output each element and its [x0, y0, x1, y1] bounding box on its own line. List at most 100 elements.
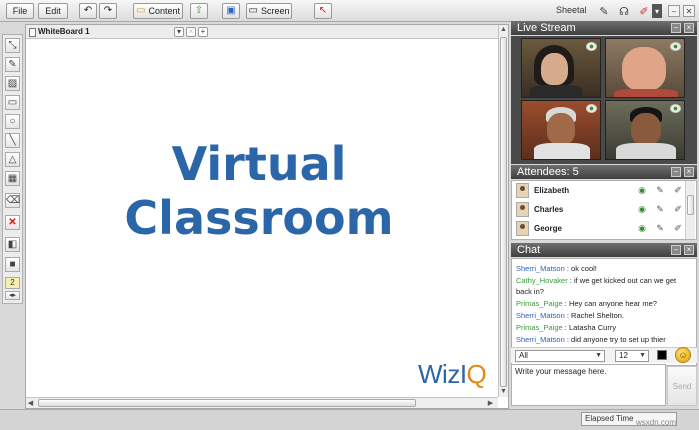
live-close-icon[interactable]: ×: [684, 23, 694, 33]
video-feed-2[interactable]: [605, 38, 685, 98]
file-menu-button[interactable]: File: [6, 3, 34, 19]
video-face-2: [622, 47, 666, 91]
upload-button[interactable]: ⇧: [190, 3, 208, 19]
file-menu-label: File: [12, 6, 28, 16]
select-tool-icon[interactable]: ⤡: [5, 38, 20, 53]
attendees-close-icon[interactable]: ×: [684, 167, 694, 177]
minimize-icon[interactable]: –: [668, 5, 680, 17]
add-tab-icon[interactable]: +: [198, 27, 208, 37]
avatar: [516, 183, 529, 198]
send-button[interactable]: Send: [667, 366, 697, 406]
avatar: [516, 202, 529, 217]
pencil-tool-icon[interactable]: ✎: [5, 57, 20, 72]
video-body-2: [614, 89, 678, 97]
font-size-select[interactable]: 12 ▼: [615, 350, 649, 362]
chat-text: ok cool!: [571, 264, 597, 273]
page-nav-arrows-icon[interactable]: ◂▸: [5, 291, 20, 300]
scroll-down-icon[interactable]: ▼: [499, 387, 508, 396]
document-icon: [29, 28, 36, 37]
mic-icon[interactable]: ✎: [654, 184, 666, 196]
user-menu-dropdown[interactable]: ▾: [652, 4, 662, 18]
mic-icon[interactable]: ✎: [654, 222, 666, 234]
chat-options-bar: All ▼ 12 ▼: [511, 347, 697, 363]
attendee-row[interactable]: Charles ◉ ✎ ✐: [512, 200, 688, 220]
scroll-right-icon[interactable]: ▶: [486, 399, 495, 408]
close-icon[interactable]: ✕: [683, 5, 695, 17]
scroll-up-icon[interactable]: ▲: [499, 25, 508, 34]
table-tool-icon[interactable]: ▦: [5, 171, 20, 186]
pointer-button[interactable]: ↖: [314, 3, 332, 19]
logo-q: Q: [466, 359, 487, 389]
edit-menu-button[interactable]: Edit: [38, 3, 68, 19]
horizontal-scroll-thumb[interactable]: [38, 399, 416, 407]
emoticon-icon[interactable]: ☺: [675, 347, 691, 363]
camera-on-icon: [586, 104, 597, 113]
line-tool-icon[interactable]: ╲: [5, 133, 20, 148]
fill-color-icon[interactable]: ◧: [5, 237, 20, 252]
highlighter-tool-icon[interactable]: ▨: [5, 76, 20, 91]
mic-icon[interactable]: ✐: [636, 3, 652, 19]
pen-icon[interactable]: ✐: [672, 184, 684, 196]
webcam-icon[interactable]: ◉: [636, 222, 648, 234]
chat-text: Rachel Shelton.: [571, 311, 624, 320]
attendee-row[interactable]: George ◉ ✎ ✐: [512, 219, 688, 239]
rectangle-tool-icon[interactable]: ▭: [5, 95, 20, 110]
attendee-row[interactable]: Elizabeth ◉ ✎ ✐: [512, 181, 688, 201]
chat-sender: Primas_Paige: [516, 323, 563, 332]
undo-button[interactable]: ↶: [79, 3, 97, 19]
camera-on-icon: [670, 104, 681, 113]
whiteboard-horizontal-scrollbar[interactable]: ◀ ▶: [26, 397, 498, 408]
scroll-left-icon[interactable]: ◀: [26, 399, 35, 408]
chat-message: Cathy_Hovaker : if we get kicked out can…: [516, 276, 677, 296]
monitor-icon: ▭: [248, 5, 258, 16]
screen-share-button[interactable]: ▭ Screen: [246, 3, 292, 19]
logo-text: WizI: [418, 359, 467, 389]
tab-menu-icon[interactable]: ▾: [174, 27, 184, 37]
attendees-scrollbar[interactable]: [685, 181, 695, 239]
mic-icon[interactable]: ✎: [654, 203, 666, 215]
circle-tool-icon[interactable]: ○: [5, 114, 20, 129]
chat-message: Sherri_Matson : did anyone try to set up…: [516, 335, 666, 344]
webcam-icon[interactable]: ◉: [636, 184, 648, 196]
watermark: wsxdn.com: [636, 418, 677, 427]
pencil-icon[interactable]: ✎: [596, 3, 612, 19]
screen-label: Screen: [260, 6, 290, 16]
whiteboard-add-button[interactable]: ▣: [222, 3, 240, 19]
chat-text: did anyone try to set up thier: [571, 335, 666, 344]
delete-tool-icon[interactable]: ✕: [5, 215, 20, 230]
attendees-list: Elizabeth ◉ ✎ ✐ Charles ◉ ✎ ✐ George ◉ ✎…: [511, 180, 697, 240]
recipient-select[interactable]: All ▼: [515, 350, 605, 362]
chat-message: Primas_Paige : Latasha Curry: [516, 323, 617, 332]
triangle-tool-icon[interactable]: △: [5, 152, 20, 167]
chat-minimize-icon[interactable]: –: [671, 245, 681, 255]
stroke-color-icon[interactable]: ■: [5, 257, 20, 272]
webcam-icon[interactable]: ◉: [636, 203, 648, 215]
text-color-picker[interactable]: [657, 350, 667, 360]
pen-icon[interactable]: ✐: [672, 203, 684, 215]
edit-menu-label: Edit: [45, 6, 61, 16]
video-body-1: [530, 85, 582, 97]
vertical-scroll-thumb[interactable]: [500, 37, 507, 387]
eraser-tool-icon[interactable]: ⌫: [5, 193, 20, 208]
pointer-arrow-icon: ↖: [318, 5, 328, 16]
whiteboard-vertical-scrollbar[interactable]: ▲ ▼: [498, 25, 508, 397]
video-feed-1[interactable]: [521, 38, 601, 98]
tab-close-icon[interactable]: ×: [186, 27, 196, 37]
chat-text: Latasha Curry: [568, 323, 617, 332]
headset-icon[interactable]: ☊: [616, 3, 632, 19]
whiteboard[interactable]: WhiteBoard 1 ▾ × + Virtual Classroom Wiz…: [25, 24, 509, 409]
redo-button[interactable]: ↷: [99, 3, 117, 19]
pen-icon[interactable]: ✐: [672, 222, 684, 234]
attendees-scroll-thumb[interactable]: [687, 195, 694, 215]
recipient-value: All: [519, 351, 528, 360]
attendees-minimize-icon[interactable]: –: [671, 167, 681, 177]
live-minimize-icon[interactable]: –: [671, 23, 681, 33]
video-feed-4[interactable]: [605, 100, 685, 160]
chat-message-input[interactable]: Write your message here.: [511, 364, 666, 406]
chat-close-icon[interactable]: ×: [684, 245, 694, 255]
content-button[interactable]: ▭ Content: [133, 3, 183, 19]
chat-message: Sherri_Matson : ok cool!: [516, 264, 597, 273]
page-number-indicator[interactable]: 2: [5, 277, 20, 289]
video-feed-3[interactable]: [521, 100, 601, 160]
live-stream-header: Live Stream – ×: [511, 21, 697, 35]
